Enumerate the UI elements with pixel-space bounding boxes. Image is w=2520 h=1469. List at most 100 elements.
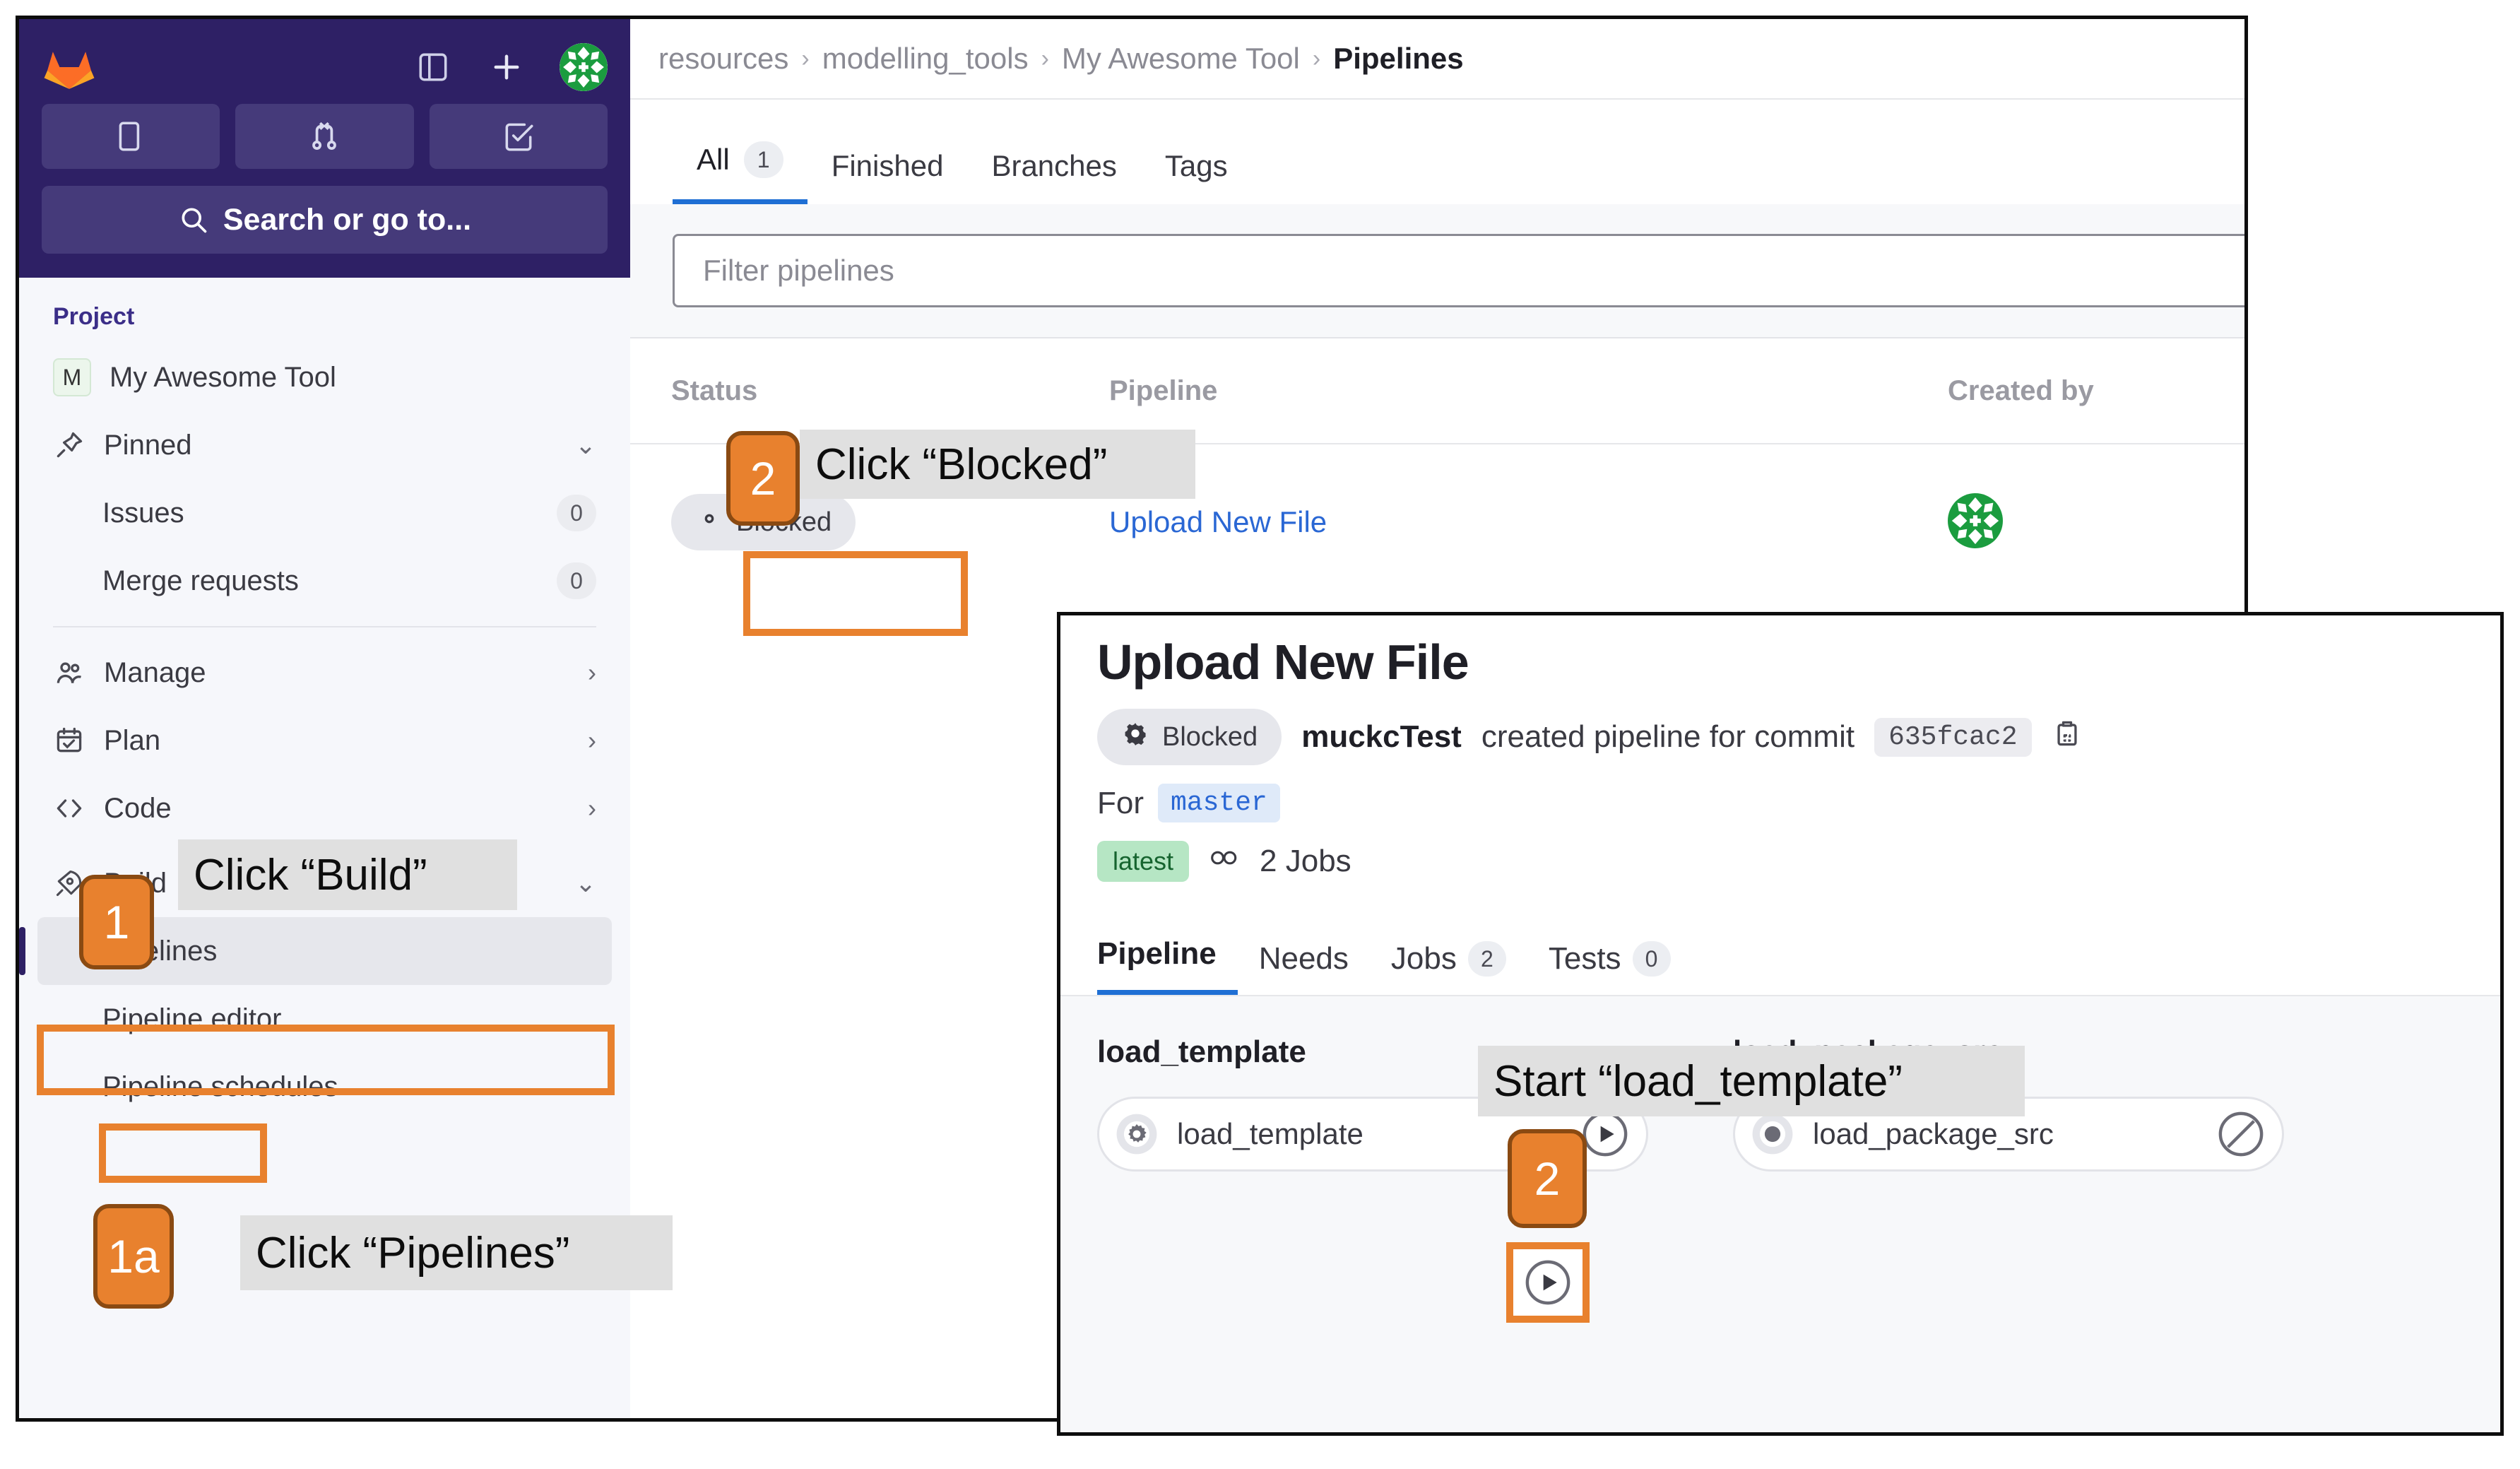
sidebar-item-plan[interactable]: Plan › [37, 707, 612, 774]
annotation-badge-2b: 2 [1508, 1129, 1587, 1228]
user-avatar[interactable] [560, 43, 608, 91]
pipeline-author[interactable]: muckcTest [1301, 719, 1462, 755]
pipeline-detail-panel: Upload New File Blocked muckcTest create… [1057, 612, 2504, 1436]
tab-label: Jobs [1390, 941, 1457, 976]
plus-icon[interactable] [486, 47, 527, 88]
tab-label: All [697, 143, 730, 176]
row-pipeline-cell: Upload New File [1109, 505, 1948, 539]
sidebar-item-label: Merge requests [102, 565, 299, 596]
tab-pipeline[interactable]: Pipeline [1097, 936, 1238, 995]
sidebar-item-manage[interactable]: Manage › [37, 639, 612, 707]
merge-requests-count: 0 [557, 562, 596, 599]
pipeline-detail-header: Upload New File Blocked muckcTest create… [1060, 615, 2500, 882]
commit-sha[interactable]: 635fcac2 [1874, 717, 2032, 757]
annotation-text: Click “Pipelines” [256, 1228, 570, 1278]
sidebar-header: Search or go to... [19, 19, 630, 278]
branch-name[interactable]: master [1158, 784, 1280, 822]
sidebar-divider [53, 626, 596, 627]
page-title: Upload New File [1097, 635, 1469, 690]
pipelines-table-header: Status Pipeline Created by [630, 338, 2244, 444]
sidebar-item-label: Code [104, 792, 172, 824]
annotation-number: 1a [107, 1230, 160, 1282]
sidebar-item-label: Plan [104, 724, 161, 756]
breadcrumb-item[interactable]: resources [658, 42, 788, 76]
breadcrumb-item[interactable]: modelling_tools [822, 42, 1029, 76]
tab-finished[interactable]: Finished [808, 149, 968, 204]
sidebar-item-code[interactable]: Code › [37, 774, 612, 842]
calendar-icon [53, 724, 85, 757]
annotation-label-blocked: Click “Blocked” [800, 430, 1195, 499]
sidebar-quick-tabs [42, 104, 608, 169]
sidebar-item-issues[interactable]: Issues 0 [37, 479, 612, 547]
breadcrumb-separator: › [1041, 45, 1049, 72]
annotation-text: Start “load_template” [1493, 1056, 1903, 1106]
pipeline-detail-tabs: Pipeline Needs Jobs 2 Tests 0 [1060, 897, 2500, 996]
sidebar-section-label: Project [53, 303, 135, 330]
sidebar-toggle-icon[interactable] [413, 47, 454, 88]
sidebar-item-pinned[interactable]: Pinned ⌄ [37, 411, 612, 479]
annotation-label-pipelines: Click “Pipelines” [240, 1215, 673, 1290]
jobs-count-text: 2 Jobs [1260, 844, 1351, 878]
project-initial-badge: M [53, 358, 91, 396]
tab-label: Pipeline [1097, 936, 1217, 971]
annotation-number: 2 [1534, 1152, 1561, 1205]
breadcrumb-current: Pipelines [1333, 42, 1464, 75]
sidebar-item-label: Manage [104, 656, 206, 688]
column-header-created-by: Created by [1948, 374, 2094, 406]
chevron-down-icon: ⌄ [574, 868, 596, 897]
issues-count: 0 [557, 495, 596, 531]
annotation-label-start-load-template: Start “load_template” [1478, 1046, 2025, 1116]
sidebar-tab-merge-requests[interactable] [235, 104, 414, 169]
gear-icon [695, 505, 723, 540]
annotation-text: Click “Blocked” [815, 439, 1108, 489]
annotation-number: 2 [750, 452, 776, 505]
sidebar-item-label: Pinned [104, 429, 192, 461]
sidebar-item-project[interactable]: M My Awesome Tool [37, 343, 612, 411]
tab-jobs[interactable]: Jobs 2 [1370, 941, 1527, 995]
gitlab-logo-icon [42, 41, 97, 93]
avatar [1948, 492, 2003, 551]
chevron-down-icon: ⌄ [574, 430, 596, 459]
copy-icon[interactable] [2052, 718, 2083, 757]
row-created-by-cell [1948, 492, 2244, 552]
breadcrumb-separator: › [801, 45, 810, 72]
tab-tests[interactable]: Tests 0 [1527, 941, 1692, 995]
tab-label: Tests [1548, 941, 1621, 976]
tab-count: 1 [743, 141, 783, 178]
breadcrumb: resources › modelling_tools › My Awesome… [630, 19, 2244, 98]
tab-label: Tags [1164, 149, 1228, 182]
pipeline-branch-row: For master [1097, 784, 2463, 822]
annotation-label-build: Click “Build” [178, 839, 517, 910]
pipeline-link[interactable]: Upload New File [1109, 505, 1327, 538]
search-placeholder: Search or go to... [223, 202, 472, 237]
chevron-right-icon: › [588, 658, 596, 687]
pin-icon [53, 429, 85, 461]
sidebar-tab-todos[interactable] [429, 104, 608, 169]
tab-branches[interactable]: Branches [967, 149, 1140, 204]
job-name: load_package_src [1813, 1117, 2054, 1150]
search-input[interactable]: Search or go to... [42, 186, 608, 254]
sidebar-tab-issues[interactable] [42, 104, 220, 169]
gear-pending-icon [1115, 1112, 1159, 1156]
project-name: My Awesome Tool [110, 361, 336, 393]
status-badge-blocked[interactable]: Blocked [1097, 709, 1282, 765]
sidebar-item-merge-requests[interactable]: Merge requests 0 [37, 547, 612, 615]
breadcrumb-item[interactable]: My Awesome Tool [1062, 42, 1300, 76]
status-label: Blocked [1162, 721, 1258, 752]
annotation-box-blocked [743, 551, 968, 636]
blocked-icon[interactable] [2214, 1107, 2268, 1161]
sidebar-item-label: Issues [102, 497, 184, 529]
pipeline-tags-row: latest 2 Jobs [1097, 841, 2463, 882]
tab-tags[interactable]: Tags [1141, 149, 1252, 204]
tab-all[interactable]: All 1 [673, 141, 808, 204]
annotation-text: Click “Build” [194, 850, 427, 899]
tab-needs[interactable]: Needs [1238, 941, 1370, 995]
pipeline-action-text: created pipeline for commit [1481, 719, 1855, 754]
tab-label: Finished [831, 149, 944, 182]
tag-latest: latest [1097, 841, 1190, 882]
annotation-box-pipelines [99, 1123, 267, 1183]
filter-pipelines-input[interactable]: Filter pipelines [673, 234, 2244, 307]
tab-count: 2 [1467, 941, 1506, 977]
for-label: For [1097, 785, 1144, 820]
annotation-badge-1: 1 [79, 875, 154, 969]
